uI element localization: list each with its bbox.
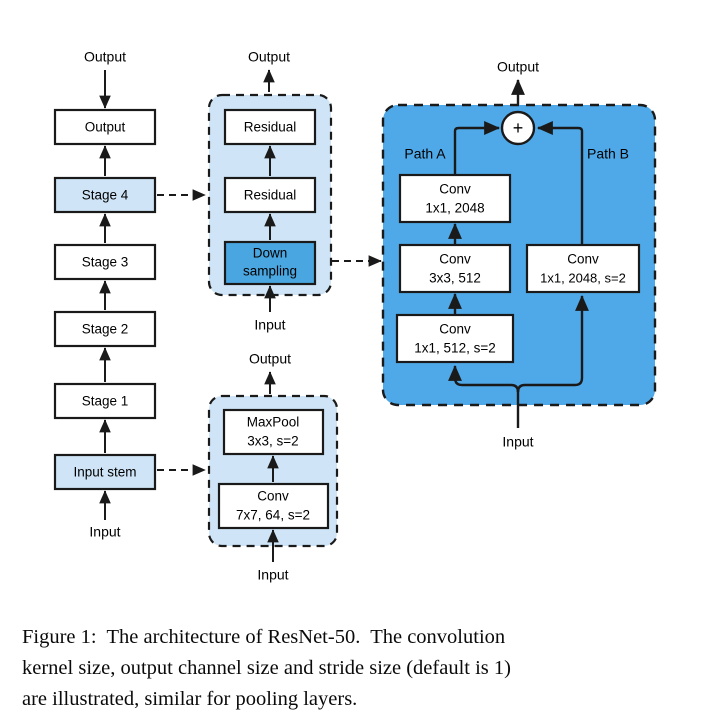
stem-box-label-line1: MaxPool: [247, 415, 300, 430]
path-a-box-conv-3x3-512[interactable]: Conv 3x3, 512: [398, 243, 512, 294]
overview-column: Output Output Stage 4 Stage 3 Stage 2 St…: [53, 49, 157, 540]
caption-line-1: Figure 1: The architecture of ResNet-50.…: [22, 626, 506, 648]
stage4-bottom-label: Input: [254, 317, 285, 333]
stage4-box-residual-mid[interactable]: Residual: [223, 176, 317, 214]
overview-box-label: Stage 1: [82, 394, 129, 409]
stem-box-conv[interactable]: Conv 7x7, 64, s=2: [217, 482, 330, 530]
stage4-box-down-sampling[interactable]: Down sampling: [223, 240, 317, 286]
downsampling-top-label: Output: [497, 59, 539, 75]
overview-box-stage-4[interactable]: Stage 4: [53, 176, 157, 214]
overview-box-stage-2[interactable]: Stage 2: [53, 310, 157, 348]
plus-icon: +: [513, 118, 524, 138]
resnet50-architecture-diagram: Output Output Stage 4 Stage 3 Stage 2 St…: [53, 49, 657, 583]
input-stem-detail-panel: Output MaxPool 3x3, s=2 Conv 7x7, 64, s=…: [207, 351, 339, 583]
stage4-box-label-line1: Down: [253, 246, 288, 261]
overview-box-label: Stage 2: [82, 322, 129, 337]
path-b-box-conv-1x1-2048-s2[interactable]: Conv 1x1, 2048, s=2: [525, 243, 641, 294]
overview-box-stage-3[interactable]: Stage 3: [53, 243, 157, 281]
overview-box-label: Input stem: [73, 465, 136, 480]
path-a-box-label-line1: Conv: [439, 322, 471, 337]
overview-box-input-stem[interactable]: Input stem: [53, 453, 157, 491]
path-a-box-label-line2: 3x3, 512: [429, 271, 481, 286]
figure-container: Output Output Stage 4 Stage 3 Stage 2 St…: [0, 0, 716, 727]
stage4-box-residual-top[interactable]: Residual: [223, 108, 317, 146]
stem-box-label-line2: 3x3, s=2: [247, 434, 298, 449]
overview-box-stage-1[interactable]: Stage 1: [53, 382, 157, 420]
path-a-box-conv-1x1-512-s2[interactable]: Conv 1x1, 512, s=2: [395, 313, 515, 364]
path-b-box-label-line1: Conv: [567, 252, 599, 267]
stem-bottom-label: Input: [257, 567, 288, 583]
path-b-label: Path B: [587, 146, 629, 162]
stem-box-label-line2: 7x7, 64, s=2: [236, 508, 310, 523]
stem-top-label: Output: [249, 351, 291, 367]
path-b-box-label-line2: 1x1, 2048, s=2: [540, 270, 626, 285]
stage4-box-label-line2: sampling: [243, 264, 297, 279]
path-a-box-label-line2: 1x1, 512, s=2: [414, 341, 495, 356]
overview-top-label: Output: [84, 49, 126, 65]
path-a-box-label-line2: 1x1, 2048: [425, 201, 484, 216]
stage4-box-label: Residual: [244, 188, 297, 203]
path-a-box-conv-1x1-2048[interactable]: Conv 1x1, 2048: [398, 173, 512, 224]
caption-line-2: kernel size, output channel size and str…: [22, 657, 511, 679]
path-a-box-label-line1: Conv: [439, 252, 471, 267]
stage4-detail-panel: Output Residual Residual Down sampling I…: [207, 49, 333, 333]
overview-box-output[interactable]: Output: [53, 108, 157, 146]
caption-line-3: are illustrated, similar for pooling lay…: [22, 688, 358, 710]
overview-box-label: Stage 4: [82, 188, 129, 203]
downsampling-detail-panel: Output Path A Path B + Conv 1x1, 2048 Co…: [381, 59, 657, 450]
downsampling-bottom-label: Input: [502, 434, 533, 450]
stage4-box-label: Residual: [244, 120, 297, 135]
path-a-box-label-line1: Conv: [439, 182, 471, 197]
path-a-label: Path A: [404, 146, 446, 162]
stage4-top-label: Output: [248, 49, 290, 65]
stem-box-label-line1: Conv: [257, 489, 289, 504]
stem-box-maxpool[interactable]: MaxPool 3x3, s=2: [222, 408, 325, 456]
overview-box-label: Output: [85, 120, 126, 135]
addition-junction: +: [500, 110, 536, 146]
overview-bottom-label: Input: [89, 524, 120, 540]
overview-box-label: Stage 3: [82, 255, 129, 270]
figure-caption: Figure 1: The architecture of ResNet-50.…: [22, 622, 694, 715]
